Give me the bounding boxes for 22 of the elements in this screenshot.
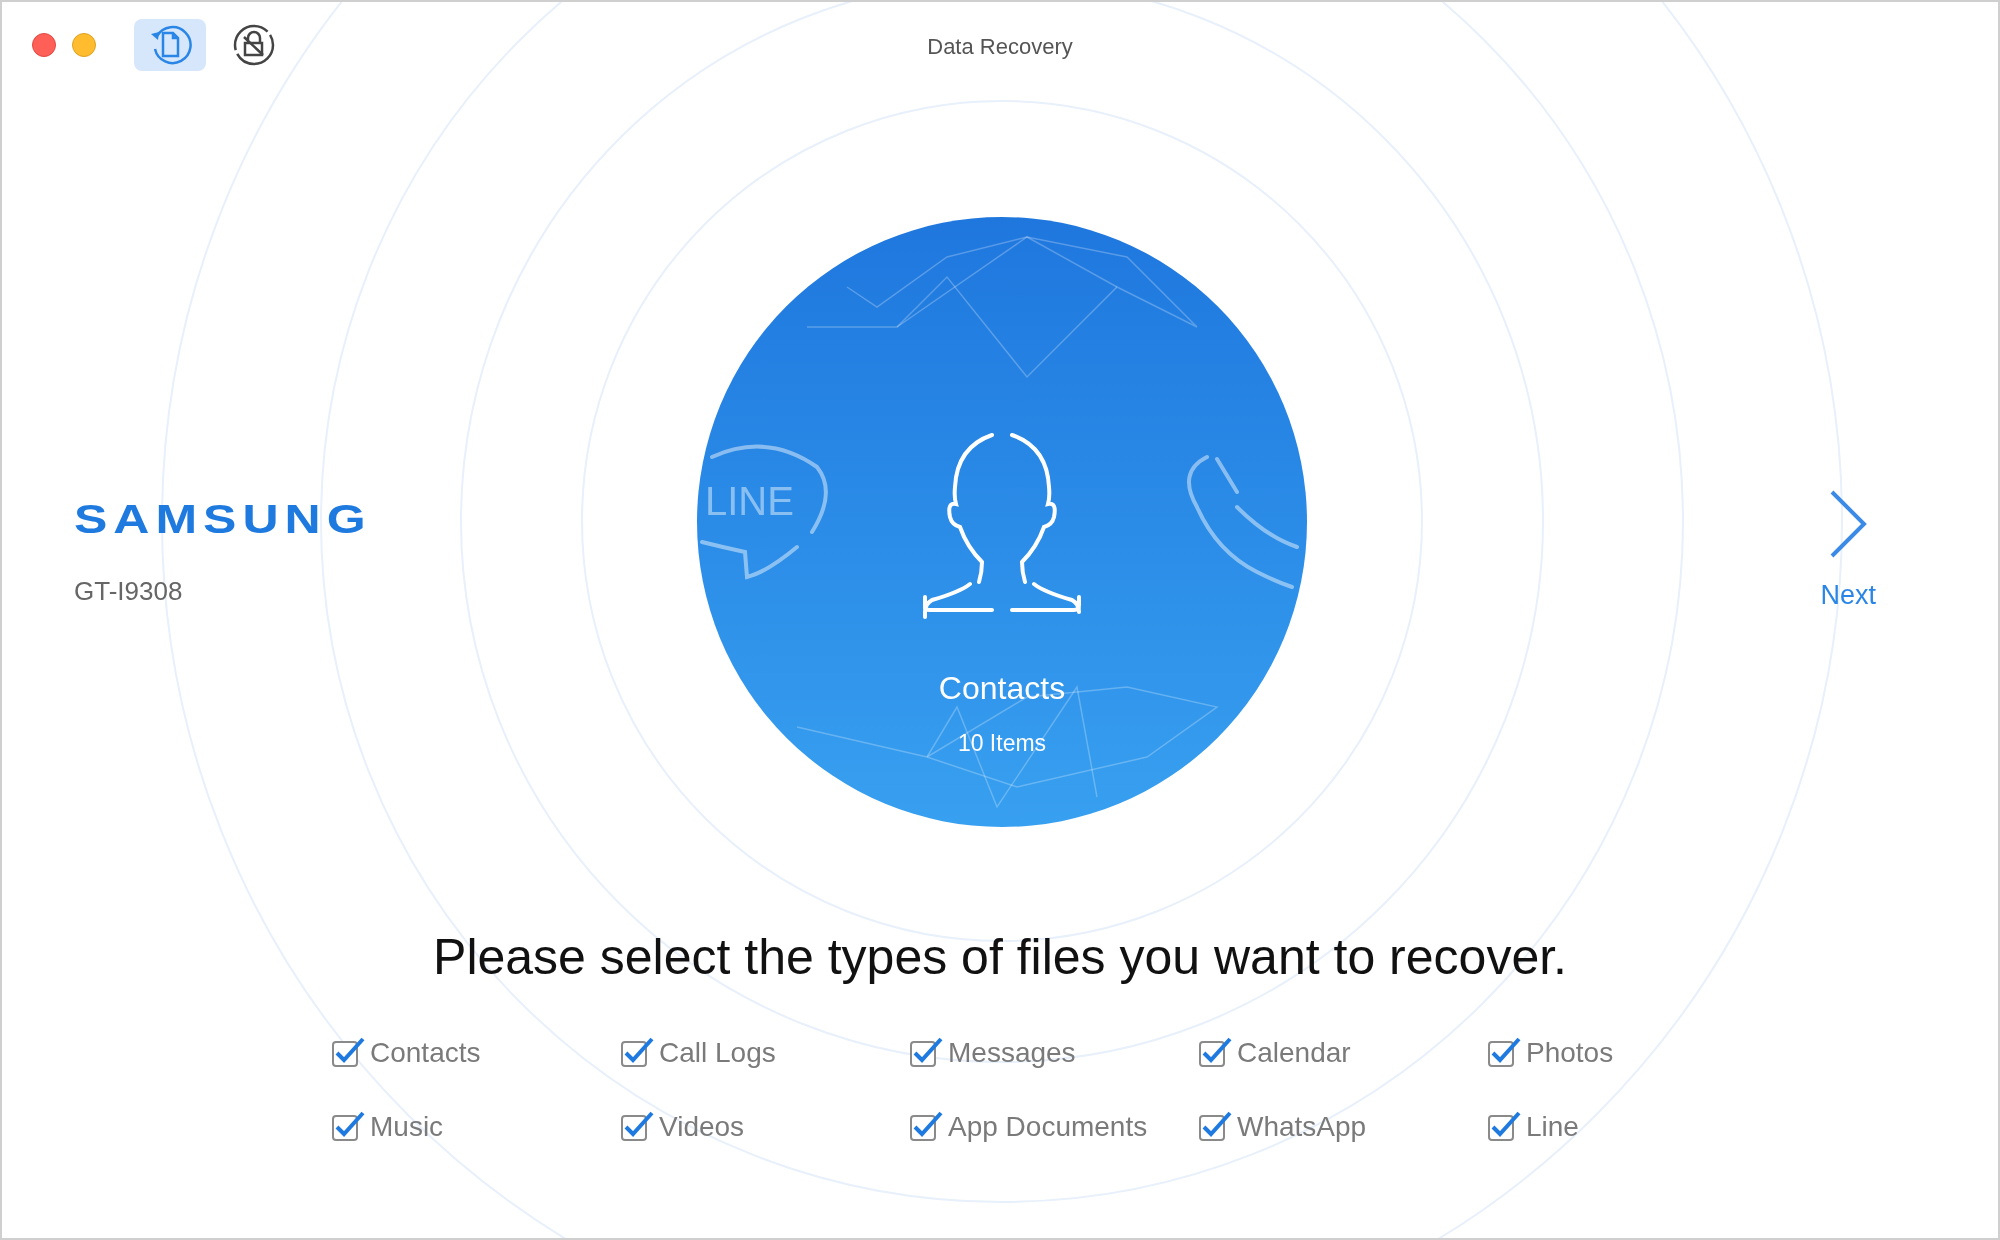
item-count: 10 Items bbox=[957, 729, 1047, 758]
file-type-label: Call Logs bbox=[659, 1036, 776, 1070]
file-type-label: Line bbox=[1526, 1110, 1579, 1144]
lock-icon bbox=[232, 23, 276, 67]
file-type-label: WhatsApp bbox=[1237, 1110, 1367, 1144]
device-model: GT-I9308 bbox=[74, 574, 184, 608]
next-button[interactable]: Next bbox=[1820, 488, 1876, 616]
chevron-right-icon bbox=[1828, 488, 1869, 559]
file-type-label: Calendar bbox=[1237, 1036, 1351, 1070]
instruction-text: Please select the types of files you want to recover. bbox=[432, 932, 1568, 982]
file-type-label: Contacts bbox=[370, 1036, 481, 1070]
window-title: Data Recovery bbox=[927, 33, 1073, 61]
file-type-label: App Documents bbox=[948, 1110, 1148, 1144]
minimize-button[interactable] bbox=[72, 33, 96, 57]
file-type-label: Messages bbox=[948, 1036, 1076, 1070]
person-icon bbox=[922, 432, 1082, 622]
file-type-label: Music bbox=[370, 1110, 444, 1144]
brand-logo: SAMSUNG bbox=[74, 498, 373, 539]
file-type-label: Photos bbox=[1526, 1036, 1614, 1070]
file-type-label: Videos bbox=[659, 1110, 745, 1144]
category-title: Contacts bbox=[938, 669, 1066, 708]
close-button[interactable] bbox=[32, 33, 56, 57]
